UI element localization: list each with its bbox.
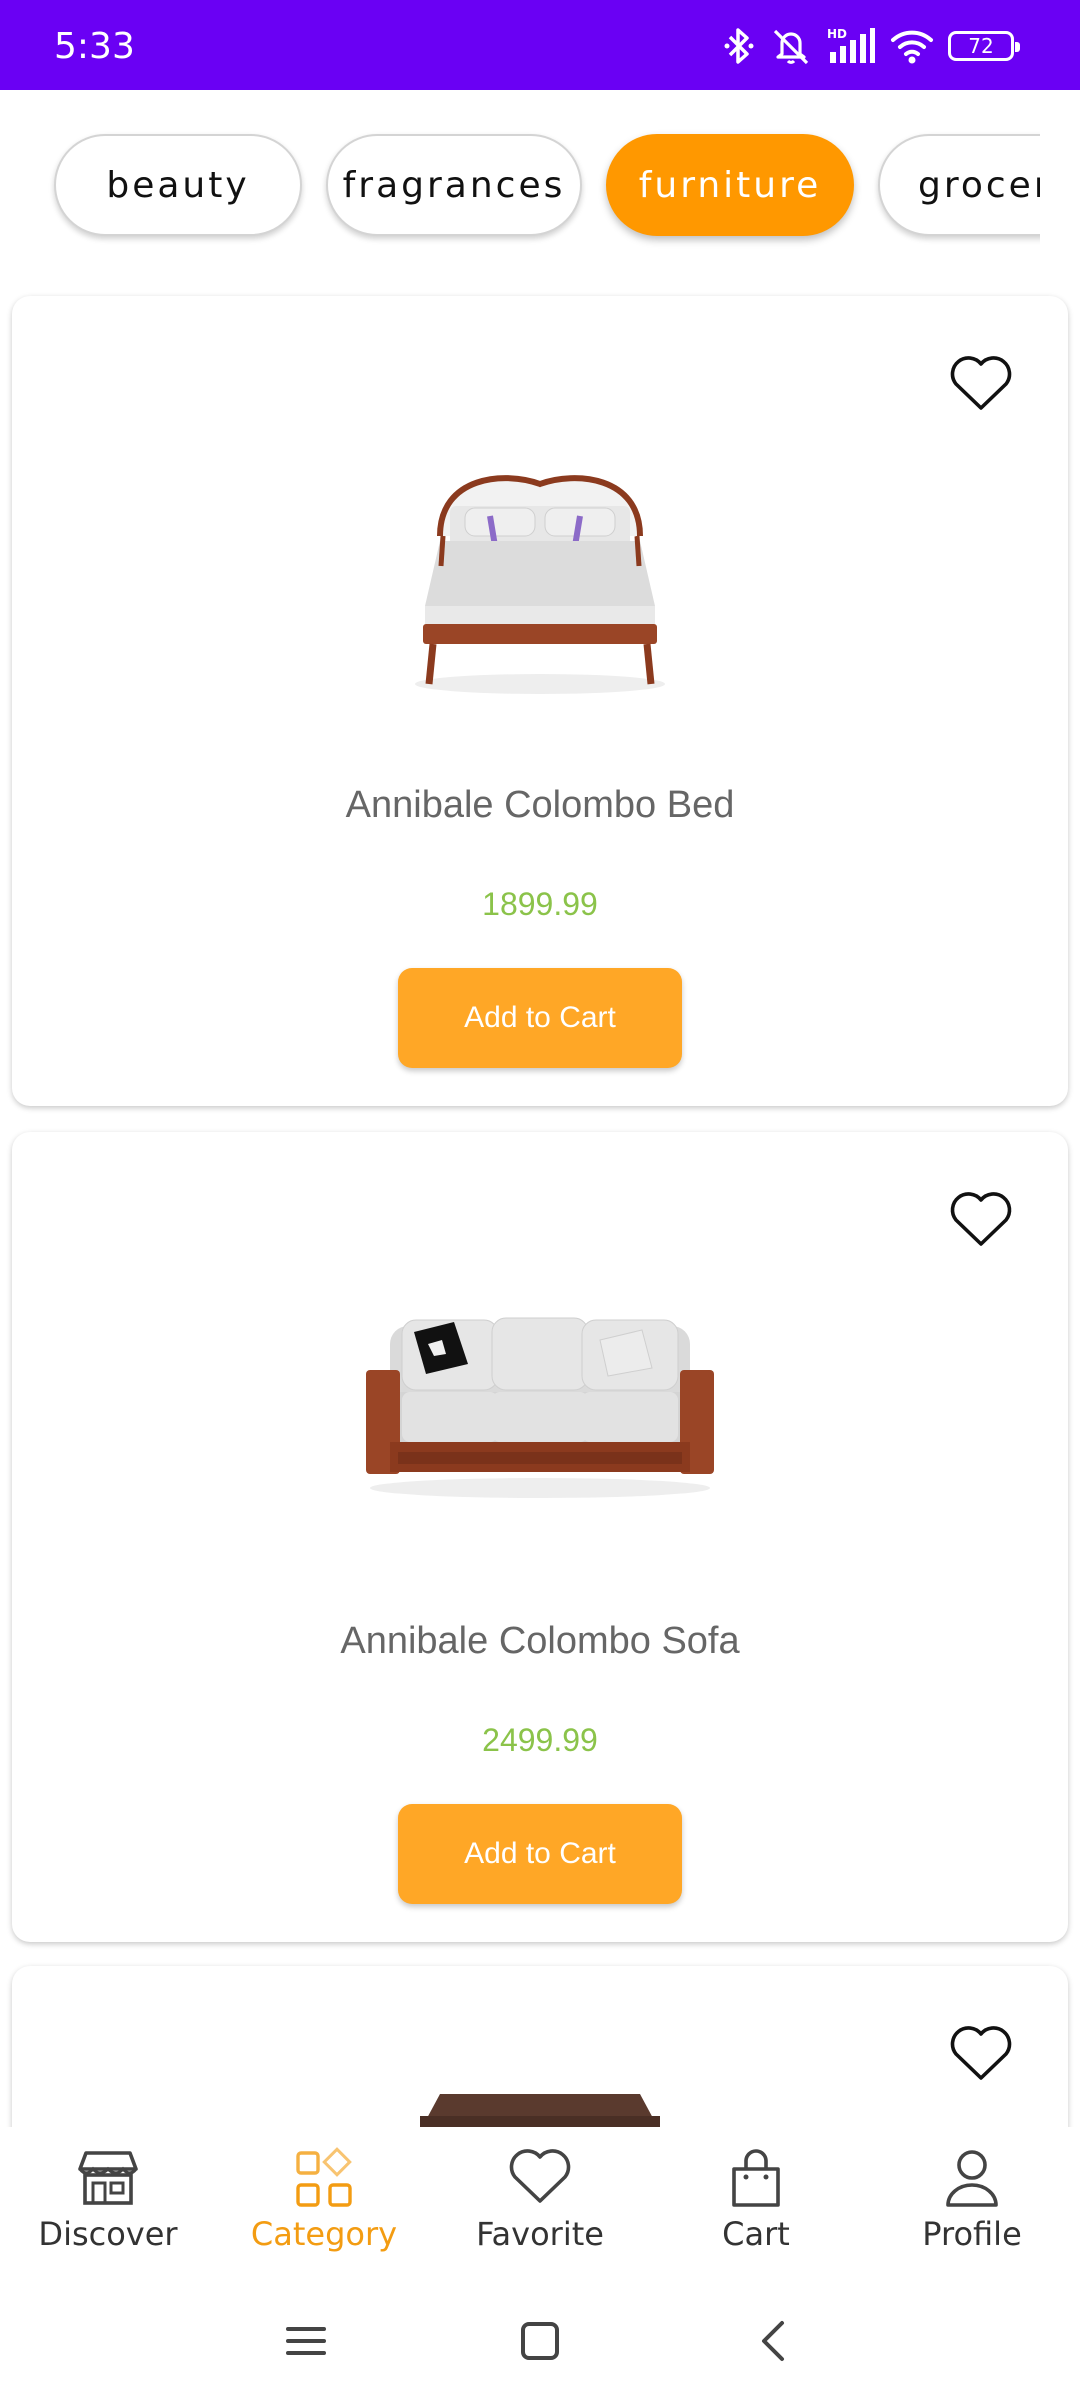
battery-icon: 72 <box>948 31 1020 61</box>
favorite-heart-icon[interactable] <box>948 2022 1014 2084</box>
product-image-bed <box>415 475 665 694</box>
product-price: 1899.99 <box>482 886 598 922</box>
nav-label-category: Category <box>250 2215 398 2253</box>
category-icon <box>296 2147 352 2207</box>
heart-icon <box>509 2149 571 2203</box>
hd-signal-icon: HD <box>827 27 875 63</box>
chip-furniture[interactable]: furniture <box>606 134 854 236</box>
add-to-cart-button[interactable]: Add to Cart <box>398 1804 682 1904</box>
system-navigation <box>0 2285 1080 2400</box>
add-to-cart-button[interactable]: Add to Cart <box>398 968 682 1068</box>
alarm-off-icon <box>773 29 809 65</box>
nav-label-cart: Cart <box>722 2215 790 2253</box>
status-icons: HD 72 <box>722 26 1020 66</box>
svg-text:HD: HD <box>827 27 847 41</box>
nav-label-profile: Profile <box>922 2215 1022 2253</box>
status-time: 5:33 <box>54 26 135 67</box>
status-bar: 5:33 HD 72 <box>0 0 1080 90</box>
product-name: Annibale Colombo Sofa <box>340 1620 740 1662</box>
menu-icon[interactable] <box>276 2311 336 2371</box>
favorite-heart-icon[interactable] <box>948 1188 1014 1250</box>
chip-fragrances[interactable]: fragrances <box>326 134 582 236</box>
bag-icon <box>732 2149 780 2207</box>
product-price: 2499.99 <box>482 1722 598 1758</box>
product-name: Annibale Colombo Bed <box>345 784 735 826</box>
home-icon[interactable] <box>510 2311 570 2371</box>
category-chips: beauty fragrances furniture grocer <box>0 90 1040 290</box>
nav-cart[interactable]: Cart <box>648 2127 864 2285</box>
product-card[interactable]: Annibale Colombo Bed 1899.99 Add to Cart <box>12 296 1068 1106</box>
back-icon[interactable] <box>744 2311 804 2371</box>
person-icon <box>946 2150 998 2207</box>
nav-discover[interactable]: Discover <box>0 2127 216 2285</box>
nav-favorite[interactable]: Favorite <box>432 2127 648 2285</box>
store-icon <box>78 2151 138 2205</box>
nav-label-discover: Discover <box>38 2215 178 2253</box>
chip-groceries[interactable]: grocer <box>878 134 1040 236</box>
nav-category[interactable]: Category <box>216 2127 432 2285</box>
product-card[interactable]: Annibale Colombo Sofa 2499.99 Add to Car… <box>12 1132 1068 1942</box>
chip-beauty[interactable]: beauty <box>54 134 302 236</box>
product-image-sofa <box>366 1317 714 1498</box>
favorite-heart-icon[interactable] <box>948 352 1014 414</box>
bottom-navigation: Discover Category Favorite Cart Profile <box>0 2127 1080 2285</box>
nav-profile[interactable]: Profile <box>864 2127 1080 2285</box>
bluetooth-icon <box>724 28 754 64</box>
wifi-icon <box>891 30 933 64</box>
nav-label-favorite: Favorite <box>476 2215 604 2253</box>
